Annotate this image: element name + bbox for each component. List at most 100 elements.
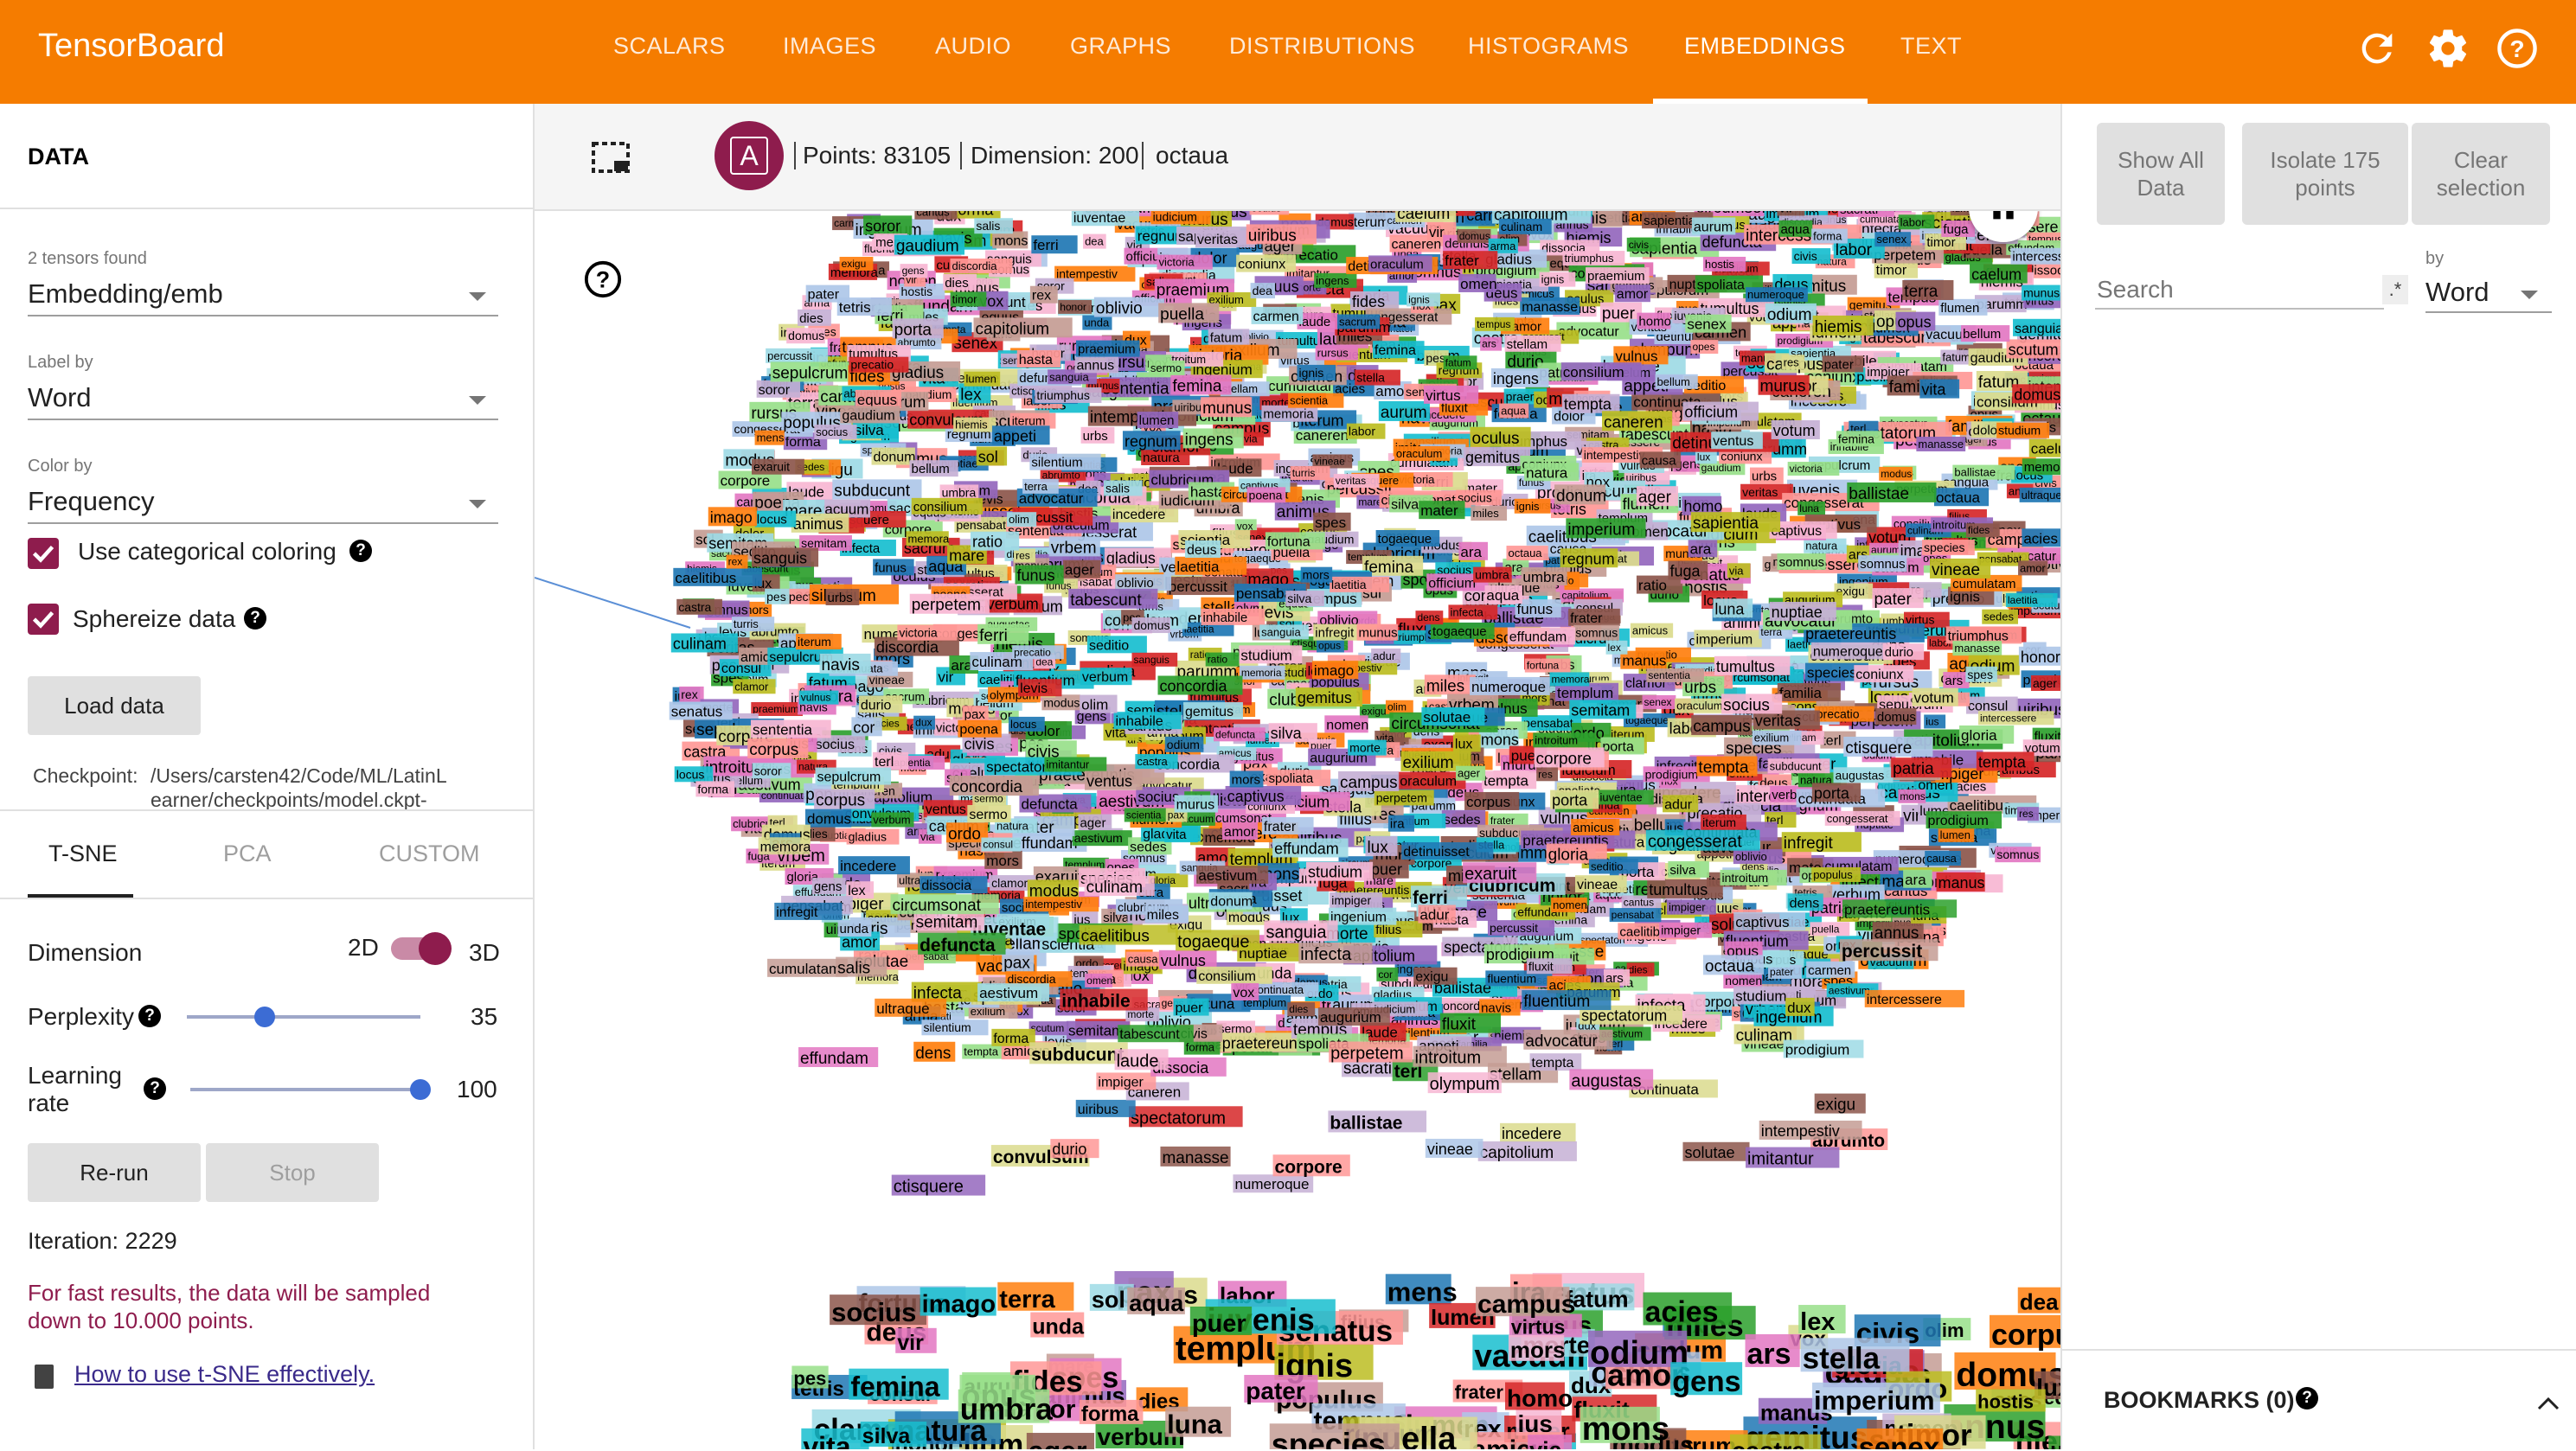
point-label[interactable]: vineae: [1930, 558, 1991, 579]
point-label[interactable]: hasta: [1016, 349, 1061, 368]
point-label[interactable]: uiribus: [1075, 1099, 1136, 1117]
point-label[interactable]: hostis: [1976, 1389, 2046, 1412]
point-label[interactable]: exaruit: [1463, 862, 1537, 884]
point-label[interactable]: laetitia: [2005, 592, 2058, 607]
word-cloud[interactable]: continuataeffundamcaelitibusspectatorums…: [535, 211, 2060, 1449]
point-label[interactable]: uiribus: [1246, 224, 1317, 245]
point-label[interactable]: lex: [958, 383, 991, 404]
point-label[interactable]: caneren: [1602, 411, 1673, 431]
point-label[interactable]: exigu: [1413, 967, 1458, 985]
bounding-box-select-icon[interactable]: [590, 138, 631, 176]
point-label[interactable]: spoliata: [1266, 770, 1331, 787]
point-label[interactable]: ars: [1480, 336, 1503, 351]
point-label[interactable]: ignis: [1297, 364, 1336, 380]
refresh-icon[interactable]: [2355, 26, 2400, 71]
point-label[interactable]: turris: [1290, 466, 1330, 481]
point-label[interactable]: exigu: [1814, 1093, 1866, 1115]
point-label[interactable]: senex: [1874, 232, 1912, 247]
point-label[interactable]: verbum: [1080, 668, 1132, 686]
point-label[interactable]: defuncta: [1214, 727, 1266, 742]
point-label[interactable]: ara: [1903, 869, 1932, 888]
point-label[interactable]: lex: [1605, 640, 1628, 655]
point-label[interactable]: detinuisset: [1401, 842, 1494, 860]
point-label[interactable]: olim: [1385, 700, 1413, 714]
point-label[interactable]: intercessere: [2010, 247, 2060, 265]
point-label[interactable]: corpore: [1534, 747, 1605, 768]
point-label[interactable]: precatio: [1814, 706, 1874, 722]
point-label[interactable]: dissocia: [920, 876, 988, 894]
point-label[interactable]: lux: [1452, 734, 1481, 752]
help-icon[interactable]: ?: [138, 1005, 161, 1027]
clear-selection-button[interactable]: Clear selection: [2412, 123, 2550, 225]
point-label[interactable]: puer: [1189, 1306, 1253, 1338]
point-label[interactable]: seditio: [1588, 859, 1638, 874]
point-label[interactable]: fides: [1350, 291, 1400, 310]
point-label[interactable]: patria: [1891, 757, 1952, 778]
point-label[interactable]: ager: [1078, 814, 1112, 831]
point-label[interactable]: senex: [1856, 1428, 1944, 1449]
point-label[interactable]: clamor: [733, 679, 776, 694]
point-label[interactable]: fides: [1965, 523, 2000, 538]
point-label[interactable]: vir: [1777, 211, 1805, 216]
point-label[interactable]: corpus: [747, 738, 809, 759]
point-label[interactable]: flumen: [1938, 298, 1988, 316]
point-label[interactable]: oculus: [1470, 426, 1531, 448]
point-label[interactable]: caelitibus: [1079, 924, 1178, 946]
point-label[interactable]: virtus: [1423, 385, 1479, 404]
point-label[interactable]: togaeque: [1430, 623, 1495, 640]
point-label[interactable]: perpetem: [909, 593, 990, 615]
point-label[interactable]: domus: [786, 328, 825, 344]
help-icon[interactable]: ?: [349, 540, 372, 562]
point-label[interactable]: homo: [1504, 1382, 1573, 1412]
point-label[interactable]: mater: [1419, 501, 1465, 520]
point-label[interactable]: dux: [913, 715, 936, 730]
point-label[interactable]: puella: [1810, 922, 1850, 936]
point-label[interactable]: socius: [830, 1294, 927, 1327]
point-label[interactable]: advocatur: [1523, 1029, 1613, 1051]
point-label[interactable]: studium: [1239, 645, 1303, 664]
point-label[interactable]: ars: [1943, 672, 1970, 689]
point-label[interactable]: labor: [1346, 423, 1386, 439]
point-label[interactable]: ager: [1636, 486, 1678, 507]
point-label[interactable]: imitantur: [1746, 1147, 1840, 1169]
point-label[interactable]: somnus: [1777, 553, 1826, 570]
point-label[interactable]: inhabile: [1060, 988, 1148, 1012]
point-label[interactable]: vulnus: [1613, 346, 1669, 365]
point-label[interactable]: res: [1536, 767, 1559, 782]
point-label[interactable]: gens: [1670, 1362, 1743, 1398]
point-label[interactable]: soror: [863, 215, 913, 235]
point-label[interactable]: adur: [1371, 648, 1401, 663]
point-label[interactable]: opus: [1317, 638, 1344, 653]
point-label[interactable]: levis: [1018, 679, 1062, 697]
point-label[interactable]: fluentium: [1522, 990, 1612, 1011]
point-label[interactable]: porta: [892, 318, 944, 339]
point-label[interactable]: somnus: [1573, 624, 1619, 641]
point-label[interactable]: sacrum: [1336, 314, 1381, 329]
point-label[interactable]: manasse: [1916, 437, 1966, 452]
point-label[interactable]: iterum: [1701, 814, 1746, 830]
point-label[interactable]: incedere: [838, 856, 910, 875]
point-label[interactable]: turris: [731, 617, 775, 632]
point-label[interactable]: caelitibus: [673, 567, 762, 586]
point-label[interactable]: puer: [1173, 998, 1209, 1016]
tab-images[interactable]: IMAGES: [783, 33, 876, 60]
tsne-howto-link[interactable]: How to use t-SNE effectively.: [74, 1361, 375, 1388]
point-label[interactable]: tempta: [1696, 756, 1758, 777]
point-label[interactable]: adur: [1663, 795, 1699, 813]
point-label[interactable]: memoria: [1239, 665, 1285, 680]
point-label[interactable]: corpus: [1464, 791, 1520, 810]
point-label[interactable]: mons: [1898, 789, 1926, 803]
point-label[interactable]: fluxit: [1526, 958, 1573, 975]
bookmarks-panel[interactable]: BOOKMARKS (0) ?: [2062, 1349, 2576, 1451]
point-label[interactable]: femina: [1372, 341, 1425, 359]
point-label[interactable]: ballistae: [1328, 1110, 1427, 1133]
tab-embeddings[interactable]: EMBEDDINGS: [1684, 33, 1846, 60]
point-label[interactable]: morte: [1348, 739, 1387, 756]
point-label[interactable]: ratio: [970, 531, 1020, 551]
point-label[interactable]: circumsonat: [890, 894, 999, 915]
point-label[interactable]: effundam: [798, 1047, 879, 1068]
point-label[interactable]: navis: [819, 653, 871, 674]
point-label[interactable]: dies: [1626, 962, 1655, 977]
help-icon[interactable]: ?: [2296, 1387, 2318, 1409]
point-label[interactable]: aestivum: [1196, 866, 1269, 885]
